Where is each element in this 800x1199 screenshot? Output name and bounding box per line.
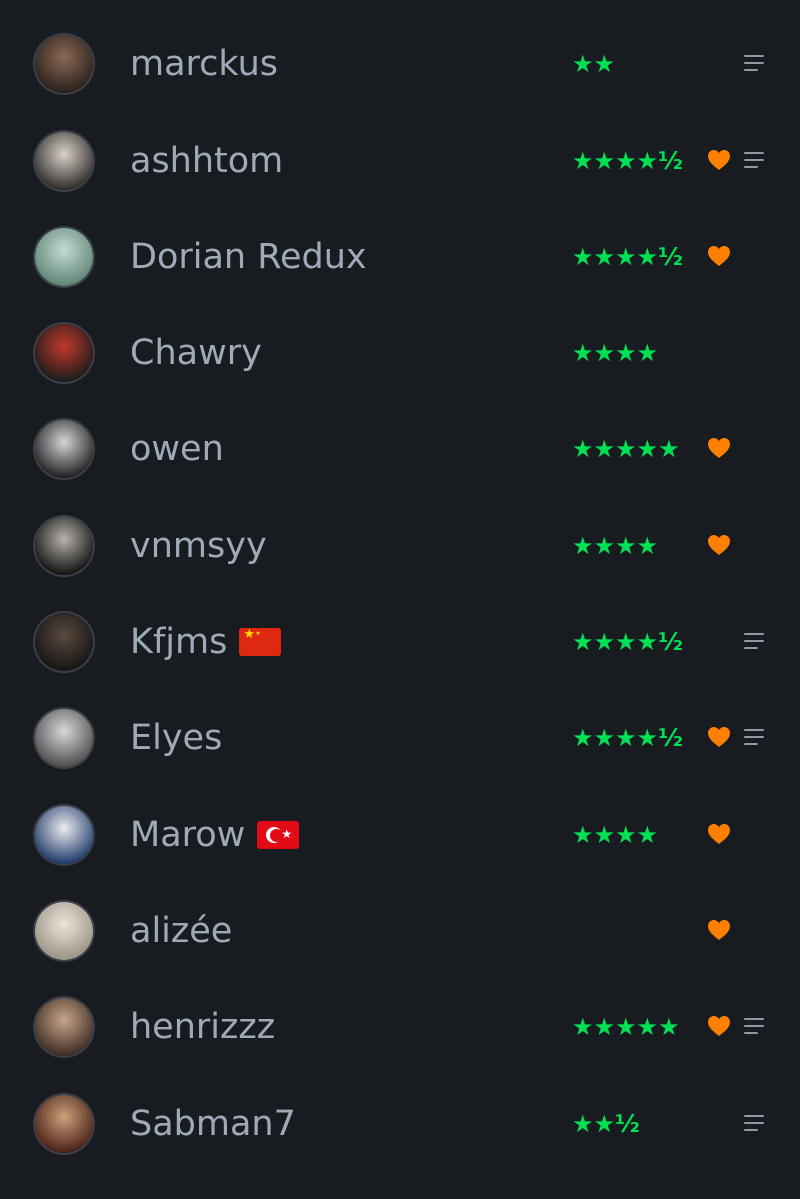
member-row[interactable]: alizée [0, 883, 800, 979]
member-row[interactable]: vnmsyy ★★★★ [0, 498, 800, 594]
member-row[interactable]: owen ★★★★★ [0, 401, 800, 497]
star-rating: ★★★★½ [572, 242, 683, 271]
username[interactable]: Sabman7 [130, 1076, 296, 1172]
star-rating: ★★★★½ [572, 146, 683, 175]
review-text-icon [744, 1114, 764, 1131]
avatar[interactable] [35, 324, 93, 383]
username-text: owen [130, 429, 224, 470]
member-row[interactable]: Chawry ★★★★ [0, 305, 800, 401]
username-text: marckus [130, 44, 279, 85]
avatar[interactable] [35, 35, 93, 94]
avatar[interactable] [35, 901, 93, 960]
avatar[interactable] [35, 420, 93, 479]
review-text-icon [744, 55, 764, 72]
star-rating: ★★★★ [572, 339, 659, 368]
turkey-flag-icon: ★ [257, 820, 300, 849]
username[interactable]: Dorian Redux [130, 209, 367, 305]
heart-icon [708, 1016, 730, 1037]
member-row[interactable]: Kfjms ★ ★ ★★★★½ [0, 594, 800, 690]
username[interactable]: henrizzz [130, 979, 275, 1075]
star-rating: ★★ [572, 50, 616, 79]
username-text: henrizzz [130, 1007, 276, 1048]
review-text-icon [744, 1018, 764, 1035]
username-text: alizée [130, 910, 233, 951]
avatar[interactable] [35, 805, 93, 864]
username-text: vnmsyy [130, 525, 267, 566]
star-rating: ★★½ [572, 1109, 640, 1138]
member-row[interactable]: marckus ★★ [0, 16, 800, 112]
star-rating: ★★★★ [572, 820, 659, 849]
star-rating: ★★★★★ [572, 435, 680, 464]
avatar[interactable] [35, 709, 93, 768]
heart-icon [708, 149, 730, 170]
heart-icon [708, 727, 730, 748]
china-flag-icon: ★ ★ [239, 628, 282, 657]
username[interactable]: Elyes [130, 690, 222, 786]
member-row[interactable]: Marow ★ ★★★★ [0, 787, 800, 883]
member-row[interactable]: Elyes ★★★★½ [0, 690, 800, 786]
member-row[interactable]: Dorian Redux ★★★★½ [0, 209, 800, 305]
member-row[interactable]: Sabman7 ★★½ [0, 1076, 800, 1172]
star-rating: ★★★★½ [572, 628, 683, 657]
username[interactable]: Marow ★ [130, 787, 300, 883]
username-text: ashhtom [130, 140, 284, 181]
heart-icon [708, 919, 730, 940]
review-text-icon [744, 151, 764, 168]
member-activity-list: lucas★★★★marckus★★ashhtom★★★★½Dorian Red… [0, 0, 800, 1172]
member-row[interactable]: henrizzz ★★★★★ [0, 979, 800, 1075]
username[interactable]: vnmsyy [130, 498, 267, 594]
username[interactable]: owen [130, 401, 224, 497]
username[interactable]: ashhtom [130, 113, 283, 209]
username[interactable]: marckus [130, 16, 278, 112]
review-text-icon [744, 633, 764, 650]
star-rating: ★★★★½ [572, 724, 683, 753]
username-text: Sabman7 [130, 1103, 296, 1144]
avatar[interactable] [35, 1094, 93, 1153]
username[interactable]: Chawry [130, 305, 262, 401]
avatar[interactable] [35, 613, 93, 672]
review-text-icon [744, 729, 764, 746]
username[interactable]: lucas [130, 0, 221, 16]
avatar[interactable] [35, 131, 93, 190]
avatar[interactable] [35, 516, 93, 575]
avatar[interactable] [35, 227, 93, 286]
username[interactable]: Kfjms ★ ★ [130, 594, 282, 690]
member-row[interactable]: ashhtom ★★★★½ [0, 113, 800, 209]
heart-icon [708, 534, 730, 555]
star-rating: ★★★★ [572, 531, 659, 560]
username-text: Marow [130, 814, 246, 855]
username[interactable]: alizée [130, 883, 232, 979]
username-text: Elyes [130, 718, 223, 759]
username-text: Chawry [130, 333, 262, 374]
star-rating: ★★★★ [572, 0, 658, 16]
avatar[interactable] [35, 998, 93, 1057]
username-text: Kfjms [130, 622, 228, 663]
heart-icon [708, 823, 730, 844]
star-rating: ★★★★★ [572, 1013, 680, 1042]
heart-icon [708, 245, 730, 266]
member-row[interactable]: lucas ★★★★ [0, 0, 800, 16]
heart-icon [708, 438, 730, 459]
username-text: Dorian Redux [130, 236, 367, 277]
